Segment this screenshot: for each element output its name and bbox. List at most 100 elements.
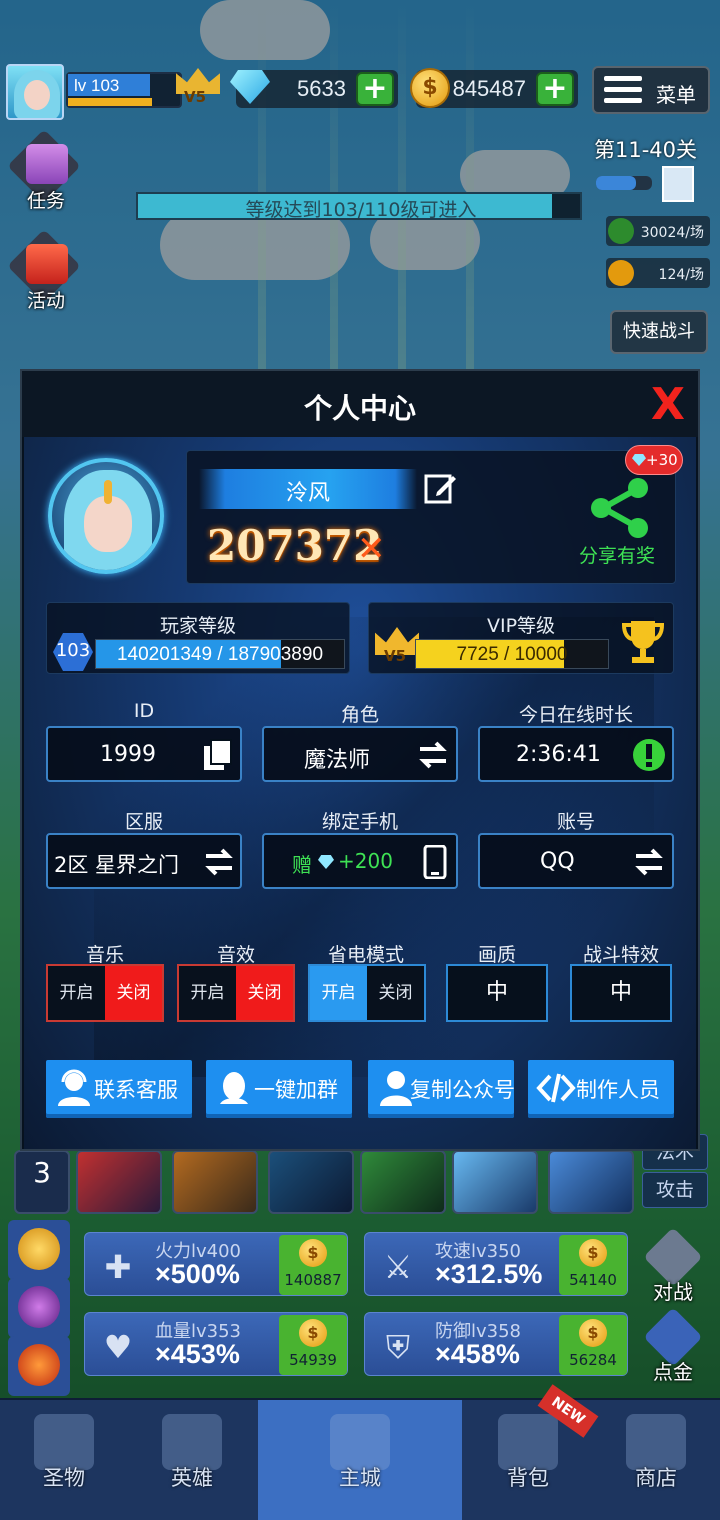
join-group-button[interactable]: 一键加群	[206, 1060, 352, 1118]
gem-icon	[230, 70, 270, 104]
add-gems-button[interactable]: +	[356, 72, 394, 106]
power-save-label: 省电模式	[327, 944, 404, 966]
profile-card: 泠风 207372 ✕ +30 分享有奖	[186, 445, 683, 584]
id-value: 1999	[100, 742, 156, 767]
quality-selector[interactable]: 中	[446, 964, 548, 1022]
skill-slot[interactable]	[172, 1150, 258, 1214]
vip-crown-icon[interactable]: V5	[176, 68, 220, 108]
attack-speed-upgrade-button[interactable]: $54140	[559, 1235, 627, 1295]
role-field: 魔法师	[262, 726, 458, 782]
gem-counter: 5633 +	[230, 70, 398, 108]
coin-orb[interactable]	[8, 1220, 70, 1280]
penguin-icon	[220, 1072, 248, 1104]
power-save-on-option[interactable]: 开启	[310, 966, 367, 1020]
phone-label: 绑定手机	[321, 811, 398, 833]
account-field: QQ	[478, 833, 674, 889]
trophy-icon[interactable]	[621, 617, 665, 665]
coin-icon: $	[410, 68, 450, 108]
hamburger-icon	[604, 76, 642, 106]
level-requirement-text: 等级达到103/110级可进入	[245, 199, 477, 221]
defense-upgrade-button[interactable]: $56284	[559, 1315, 627, 1375]
share-icon[interactable]	[587, 477, 653, 539]
activity-button[interactable]: 活动	[7, 229, 81, 312]
exp-icon	[608, 218, 634, 244]
boss-thumbnail[interactable]	[662, 166, 694, 202]
copy-icon[interactable]	[200, 738, 234, 772]
sfx-off-option[interactable]: 关闭	[236, 966, 293, 1020]
player-name: 泠风	[285, 481, 330, 506]
firepower-icon: ✚	[104, 1248, 132, 1286]
skill-slot[interactable]	[548, 1150, 634, 1214]
level-hex-icon: 103	[53, 633, 93, 671]
sfx-label: 音效	[216, 944, 255, 966]
credits-label: 制作人员	[576, 1078, 660, 1102]
role-label: 角色	[340, 704, 379, 726]
menu-button[interactable]: 菜单	[592, 66, 710, 114]
panel-header: 个人中心 X	[22, 371, 698, 437]
gold-button[interactable]: 点金	[634, 1307, 712, 1386]
attack-button[interactable]: 攻击	[642, 1172, 708, 1208]
music-off-option[interactable]: 关闭	[105, 966, 162, 1020]
gem-value: 5633	[297, 76, 346, 101]
swap-icon[interactable]	[202, 845, 236, 879]
menu-label: 菜单	[656, 83, 696, 107]
phone-gift-prefix: 赠	[292, 853, 312, 877]
server-value: 2区 星界之门	[54, 853, 180, 877]
swap-icon[interactable]	[632, 845, 666, 879]
sfx-toggle[interactable]: 开启 关闭	[177, 964, 295, 1022]
copy-account-button[interactable]: 复制公众号	[368, 1060, 515, 1118]
nav-city[interactable]: 主城	[258, 1400, 462, 1520]
power-save-toggle[interactable]: 开启 关闭	[308, 964, 426, 1022]
nav-relic[interactable]: 圣物	[0, 1400, 128, 1520]
phone-icon	[423, 845, 447, 879]
swap-icon[interactable]	[416, 738, 450, 772]
edit-icon[interactable]	[423, 471, 457, 505]
online-label: 今日在线时长	[518, 704, 633, 726]
nav-hero[interactable]: 英雄	[128, 1400, 256, 1520]
star-orb[interactable]	[8, 1336, 70, 1396]
skill-slot[interactable]	[360, 1150, 446, 1214]
firepower-upgrade-button[interactable]: $140887	[279, 1235, 347, 1295]
level-text: lv 103	[74, 76, 120, 95]
shield-icon: ⛨	[385, 1328, 410, 1366]
task-label: 任务	[26, 190, 65, 212]
duel-button[interactable]: 对战	[634, 1227, 712, 1306]
gem-icon	[318, 855, 334, 869]
player-avatar-small[interactable]	[6, 64, 64, 120]
alert-icon[interactable]	[632, 738, 666, 772]
contact-support-button[interactable]: 联系客服	[46, 1060, 192, 1118]
sfx-on-option[interactable]: 开启	[179, 966, 236, 1020]
server-label: 区服	[124, 811, 163, 833]
role-value: 魔法师	[304, 748, 371, 773]
share-bonus-badge: +30	[625, 445, 683, 475]
fast-battle-button[interactable]: 快速战斗	[610, 310, 708, 354]
skill-slot[interactable]	[268, 1150, 354, 1214]
nav-shop[interactable]: 商店	[592, 1400, 720, 1520]
task-button[interactable]: 任务	[7, 129, 81, 212]
add-coins-button[interactable]: +	[536, 72, 574, 106]
close-button[interactable]: X	[648, 383, 688, 427]
stage-title: 第11-40关	[594, 138, 698, 162]
battle-fx-selector[interactable]: 中	[570, 964, 672, 1022]
activity-label: 活动	[26, 290, 65, 312]
stage-progress	[596, 176, 652, 190]
online-field: 2:36:41	[478, 726, 674, 782]
player-avatar[interactable]	[48, 458, 164, 574]
power-save-off-option[interactable]: 关闭	[367, 966, 424, 1020]
skill-row: 3	[0, 1150, 720, 1220]
account-label: 账号	[556, 811, 595, 833]
hp-card: ♥ 血量lv353 ×453% $54939	[84, 1312, 348, 1376]
gem-icon	[632, 454, 646, 466]
portal-orb[interactable]	[8, 1278, 70, 1338]
hp-upgrade-button[interactable]: $54939	[279, 1315, 347, 1375]
player-exp-bar: 140201349 / 187903890	[95, 639, 345, 669]
credits-button[interactable]: 制作人员	[528, 1060, 674, 1118]
music-toggle[interactable]: 开启 关闭	[46, 964, 164, 1022]
skill-count-badge: 3	[14, 1150, 70, 1214]
skill-slot[interactable]	[452, 1150, 538, 1214]
skill-slot[interactable]	[76, 1150, 162, 1214]
heart-icon: ♥	[103, 1328, 133, 1366]
music-on-option[interactable]: 开启	[48, 966, 105, 1020]
vip-crown-icon: V5	[375, 627, 419, 667]
phone-field[interactable]: 赠 +200	[262, 833, 458, 889]
